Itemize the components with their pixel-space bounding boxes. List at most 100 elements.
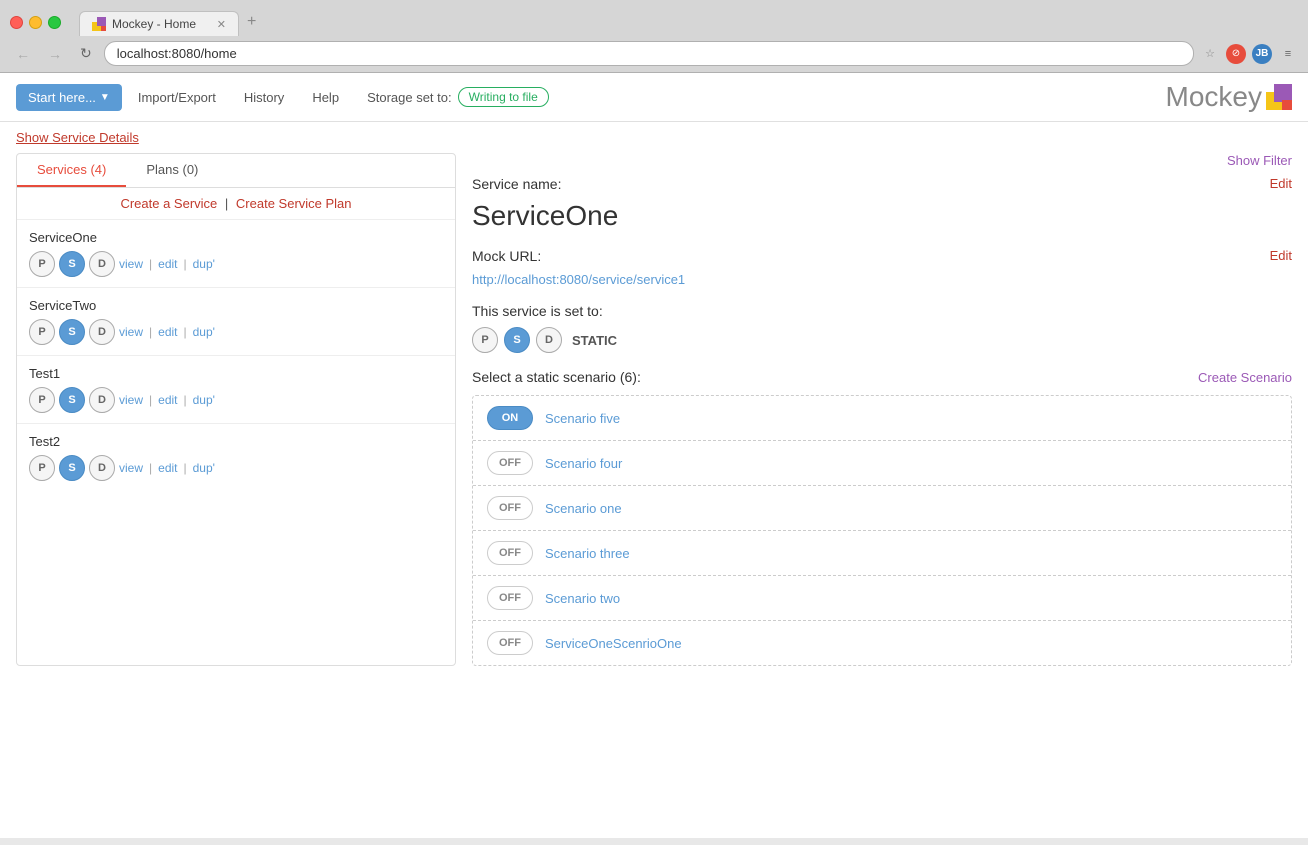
service-name: ServiceTwo bbox=[29, 298, 443, 313]
traffic-lights[interactable] bbox=[10, 16, 61, 29]
service-controls: P S D view | edit | dup' bbox=[29, 319, 443, 345]
show-details-link[interactable]: Show Service Details bbox=[16, 130, 139, 145]
close-button[interactable] bbox=[10, 16, 23, 29]
mock-url-row: Mock URL: Edit bbox=[472, 248, 1292, 264]
view-link[interactable]: view bbox=[119, 461, 143, 475]
service-controls: P S D view | edit | dup' bbox=[29, 251, 443, 277]
scenario-name[interactable]: Scenario four bbox=[545, 456, 622, 471]
edit-link[interactable]: edit bbox=[158, 393, 177, 407]
service-item: Test1 P S D view | edit | dup' bbox=[17, 356, 455, 424]
tab-bar: Mockey - Home ✕ + bbox=[79, 8, 264, 36]
dup-link[interactable]: dup' bbox=[193, 461, 215, 475]
new-tab-button[interactable]: + bbox=[239, 8, 264, 36]
badge-p[interactable]: P bbox=[29, 251, 55, 277]
separator: | bbox=[225, 196, 232, 211]
scenario-toggle[interactable]: OFF bbox=[487, 631, 533, 655]
dup-link[interactable]: dup' bbox=[193, 325, 215, 339]
show-filter-link[interactable]: Show Filter bbox=[1227, 153, 1292, 168]
dropdown-arrow-icon: ▼ bbox=[100, 92, 110, 103]
scenario-header: Select a static scenario (6): Create Sce… bbox=[472, 369, 1292, 385]
help-button[interactable]: Help bbox=[300, 84, 351, 111]
edit-link[interactable]: edit bbox=[158, 461, 177, 475]
scenario-row: OFF Scenario four bbox=[473, 441, 1291, 486]
tab-favicon bbox=[92, 17, 106, 31]
bookmark-icon[interactable]: ☆ bbox=[1200, 44, 1220, 64]
tab-close-icon[interactable]: ✕ bbox=[217, 18, 226, 31]
menu-icon[interactable]: ≡ bbox=[1278, 44, 1298, 64]
separator: | bbox=[184, 393, 187, 407]
edit-link[interactable]: edit bbox=[158, 325, 177, 339]
separator: | bbox=[149, 393, 152, 407]
storage-label: Storage set to: bbox=[367, 90, 452, 105]
scenario-toggle[interactable]: OFF bbox=[487, 451, 533, 475]
service-item: ServiceTwo P S D view | edit | dup' bbox=[17, 288, 455, 356]
scenario-toggle[interactable]: OFF bbox=[487, 586, 533, 610]
badge-s[interactable]: S bbox=[59, 319, 85, 345]
mock-url-value[interactable]: http://localhost:8080/service/service1 bbox=[472, 272, 685, 287]
scenario-toggle[interactable]: OFF bbox=[487, 496, 533, 520]
create-scenario-link[interactable]: Create Scenario bbox=[1198, 370, 1292, 385]
badge-p[interactable]: P bbox=[29, 455, 55, 481]
user-icon[interactable]: JB bbox=[1252, 44, 1272, 64]
tab-plans[interactable]: Plans (0) bbox=[126, 154, 218, 187]
scenario-name[interactable]: Scenario two bbox=[545, 591, 620, 606]
logo-red bbox=[1282, 100, 1292, 110]
scenario-row: OFF Scenario three bbox=[473, 531, 1291, 576]
badge-s[interactable]: S bbox=[59, 455, 85, 481]
mode-badge-p[interactable]: P bbox=[472, 327, 498, 353]
dup-link[interactable]: dup' bbox=[193, 393, 215, 407]
scenario-section: Select a static scenario (6): Create Sce… bbox=[472, 369, 1292, 666]
service-list: ServiceOne P S D view | edit | dup' Serv… bbox=[17, 220, 455, 491]
scenario-name[interactable]: ServiceOneScenrioOne bbox=[545, 636, 682, 651]
main-layout: Services (4) Plans (0) Create a Service … bbox=[0, 153, 1308, 682]
badge-d[interactable]: D bbox=[89, 251, 115, 277]
mock-url-edit-link[interactable]: Edit bbox=[1270, 248, 1292, 263]
badge-d[interactable]: D bbox=[89, 455, 115, 481]
badge-d[interactable]: D bbox=[89, 387, 115, 413]
scenario-row: ON Scenario five bbox=[473, 396, 1291, 441]
scenario-name[interactable]: Scenario one bbox=[545, 501, 622, 516]
start-here-button[interactable]: Start here... ▼ bbox=[16, 84, 122, 111]
service-item: ServiceOne P S D view | edit | dup' bbox=[17, 220, 455, 288]
right-panel: Show Filter Service name: Edit ServiceOn… bbox=[472, 153, 1292, 666]
view-link[interactable]: view bbox=[119, 325, 143, 339]
scenario-toggle[interactable]: ON bbox=[487, 406, 533, 430]
edit-link[interactable]: edit bbox=[158, 257, 177, 271]
mode-badge-d[interactable]: D bbox=[536, 327, 562, 353]
left-panel: Services (4) Plans (0) Create a Service … bbox=[16, 153, 456, 666]
badge-s[interactable]: S bbox=[59, 251, 85, 277]
maximize-button[interactable] bbox=[48, 16, 61, 29]
mode-badge-s[interactable]: S bbox=[504, 327, 530, 353]
scenario-name[interactable]: Scenario five bbox=[545, 411, 620, 426]
address-input[interactable] bbox=[104, 41, 1194, 66]
tab-title: Mockey - Home bbox=[112, 17, 211, 31]
forward-button[interactable]: → bbox=[42, 43, 68, 65]
create-plan-link[interactable]: Create Service Plan bbox=[236, 196, 352, 211]
tab-services[interactable]: Services (4) bbox=[17, 154, 126, 187]
badge-s[interactable]: S bbox=[59, 387, 85, 413]
dup-link[interactable]: dup' bbox=[193, 257, 215, 271]
badge-p[interactable]: P bbox=[29, 387, 55, 413]
reload-button[interactable]: ↻ bbox=[74, 42, 98, 65]
history-button[interactable]: History bbox=[232, 84, 296, 111]
minimize-button[interactable] bbox=[29, 16, 42, 29]
service-name-edit-link[interactable]: Edit bbox=[1270, 176, 1292, 191]
import-export-button[interactable]: Import/Export bbox=[126, 84, 228, 111]
create-service-link[interactable]: Create a Service bbox=[120, 196, 217, 211]
stop-icon[interactable]: ⊘ bbox=[1226, 44, 1246, 64]
badge-d[interactable]: D bbox=[89, 319, 115, 345]
scenario-toggle[interactable]: OFF bbox=[487, 541, 533, 565]
scenario-name[interactable]: Scenario three bbox=[545, 546, 630, 561]
badge-p[interactable]: P bbox=[29, 319, 55, 345]
service-name: Test2 bbox=[29, 434, 443, 449]
service-name: ServiceOne bbox=[29, 230, 443, 245]
brand-name: Mockey bbox=[1166, 81, 1262, 113]
view-link[interactable]: view bbox=[119, 257, 143, 271]
view-link[interactable]: view bbox=[119, 393, 143, 407]
storage-status-badge: Writing to file bbox=[458, 87, 549, 107]
separator: | bbox=[149, 461, 152, 475]
scenario-title: Select a static scenario (6): bbox=[472, 369, 641, 385]
back-button[interactable]: ← bbox=[10, 43, 36, 65]
browser-tab[interactable]: Mockey - Home ✕ bbox=[79, 11, 239, 36]
service-name-label: Service name: bbox=[472, 176, 561, 192]
